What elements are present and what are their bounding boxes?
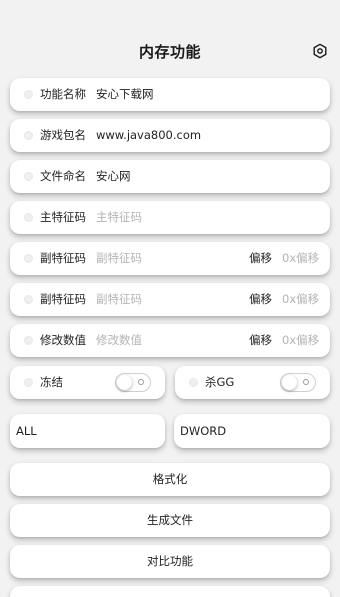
kill-gg-switch[interactable] bbox=[280, 373, 316, 392]
modify-value-row[interactable]: 修改数值 修改数值 偏移 0x偏移 bbox=[10, 324, 330, 357]
main-signature-row[interactable]: 主特征码 主特征码 bbox=[10, 201, 330, 234]
offset-input[interactable]: 0x偏移 bbox=[282, 324, 319, 357]
page-title: 内存功能 bbox=[138, 43, 201, 61]
file-name-row[interactable]: 文件命名 安心网 bbox=[10, 160, 330, 193]
file-name-input[interactable]: 安心网 bbox=[96, 160, 131, 193]
offset-input[interactable]: 0x偏移 bbox=[282, 283, 319, 316]
main-signature-label: 主特征码 bbox=[40, 210, 86, 224]
modify-value-label: 修改数值 bbox=[40, 333, 86, 347]
sub-signature-row[interactable]: 副特征码 副特征码 偏移 0x偏移 bbox=[10, 242, 330, 275]
switch-off-icon bbox=[303, 379, 309, 385]
sub-signature-row[interactable]: 副特征码 副特征码 偏移 0x偏移 bbox=[10, 283, 330, 316]
radio-icon[interactable] bbox=[24, 254, 33, 263]
radio-icon[interactable] bbox=[24, 378, 33, 387]
main-signature-input[interactable]: 主特征码 bbox=[96, 201, 142, 234]
radio-icon[interactable] bbox=[24, 295, 33, 304]
settings-icon[interactable] bbox=[312, 43, 328, 59]
sub-signature-label: 副特征码 bbox=[40, 292, 86, 306]
sub-signature-input[interactable]: 副特征码 bbox=[96, 242, 142, 275]
data-type-select[interactable]: DWORD bbox=[174, 414, 330, 448]
modify-value-input[interactable]: 修改数值 bbox=[96, 324, 142, 357]
kill-gg-label: 杀GG bbox=[205, 375, 235, 389]
game-package-label: 游戏包名 bbox=[40, 128, 86, 142]
offset-label: 偏移 bbox=[249, 292, 272, 306]
radio-icon[interactable] bbox=[24, 131, 33, 140]
format-button[interactable]: 格式化 bbox=[10, 463, 330, 496]
switch-off-icon bbox=[138, 379, 144, 385]
compare-button[interactable]: 对比功能 bbox=[10, 545, 330, 578]
data-type-value: DWORD bbox=[180, 424, 227, 438]
switch-knob bbox=[117, 375, 132, 390]
kill-gg-toggle-card[interactable]: 杀GG bbox=[175, 366, 330, 399]
freeze-switch[interactable] bbox=[115, 373, 151, 392]
generate-file-button[interactable]: 生成文件 bbox=[10, 504, 330, 537]
memory-range-select[interactable]: ALL bbox=[10, 414, 165, 448]
next-button-partial[interactable] bbox=[10, 586, 330, 597]
offset-label: 偏移 bbox=[249, 251, 272, 265]
offset-label: 偏移 bbox=[249, 333, 272, 347]
offset-input[interactable]: 0x偏移 bbox=[282, 242, 319, 275]
app-header: 内存功能 bbox=[0, 0, 340, 72]
function-name-label: 功能名称 bbox=[40, 87, 86, 101]
sub-signature-label: 副特征码 bbox=[40, 251, 86, 265]
radio-icon[interactable] bbox=[189, 378, 198, 387]
freeze-toggle-card[interactable]: 冻结 bbox=[10, 366, 165, 399]
radio-icon[interactable] bbox=[24, 213, 33, 222]
function-name-input[interactable]: 安心下载网 bbox=[96, 78, 154, 111]
radio-icon[interactable] bbox=[24, 336, 33, 345]
sub-signature-input[interactable]: 副特征码 bbox=[96, 283, 142, 316]
switch-knob bbox=[282, 375, 297, 390]
game-package-row[interactable]: 游戏包名 www.java800.com bbox=[10, 119, 330, 152]
memory-range-value: ALL bbox=[16, 424, 37, 438]
function-name-row[interactable]: 功能名称 安心下载网 bbox=[10, 78, 330, 111]
freeze-label: 冻结 bbox=[40, 375, 63, 389]
file-name-label: 文件命名 bbox=[40, 169, 86, 183]
radio-icon[interactable] bbox=[24, 172, 33, 181]
game-package-input[interactable]: www.java800.com bbox=[96, 119, 201, 152]
radio-icon[interactable] bbox=[24, 90, 33, 99]
